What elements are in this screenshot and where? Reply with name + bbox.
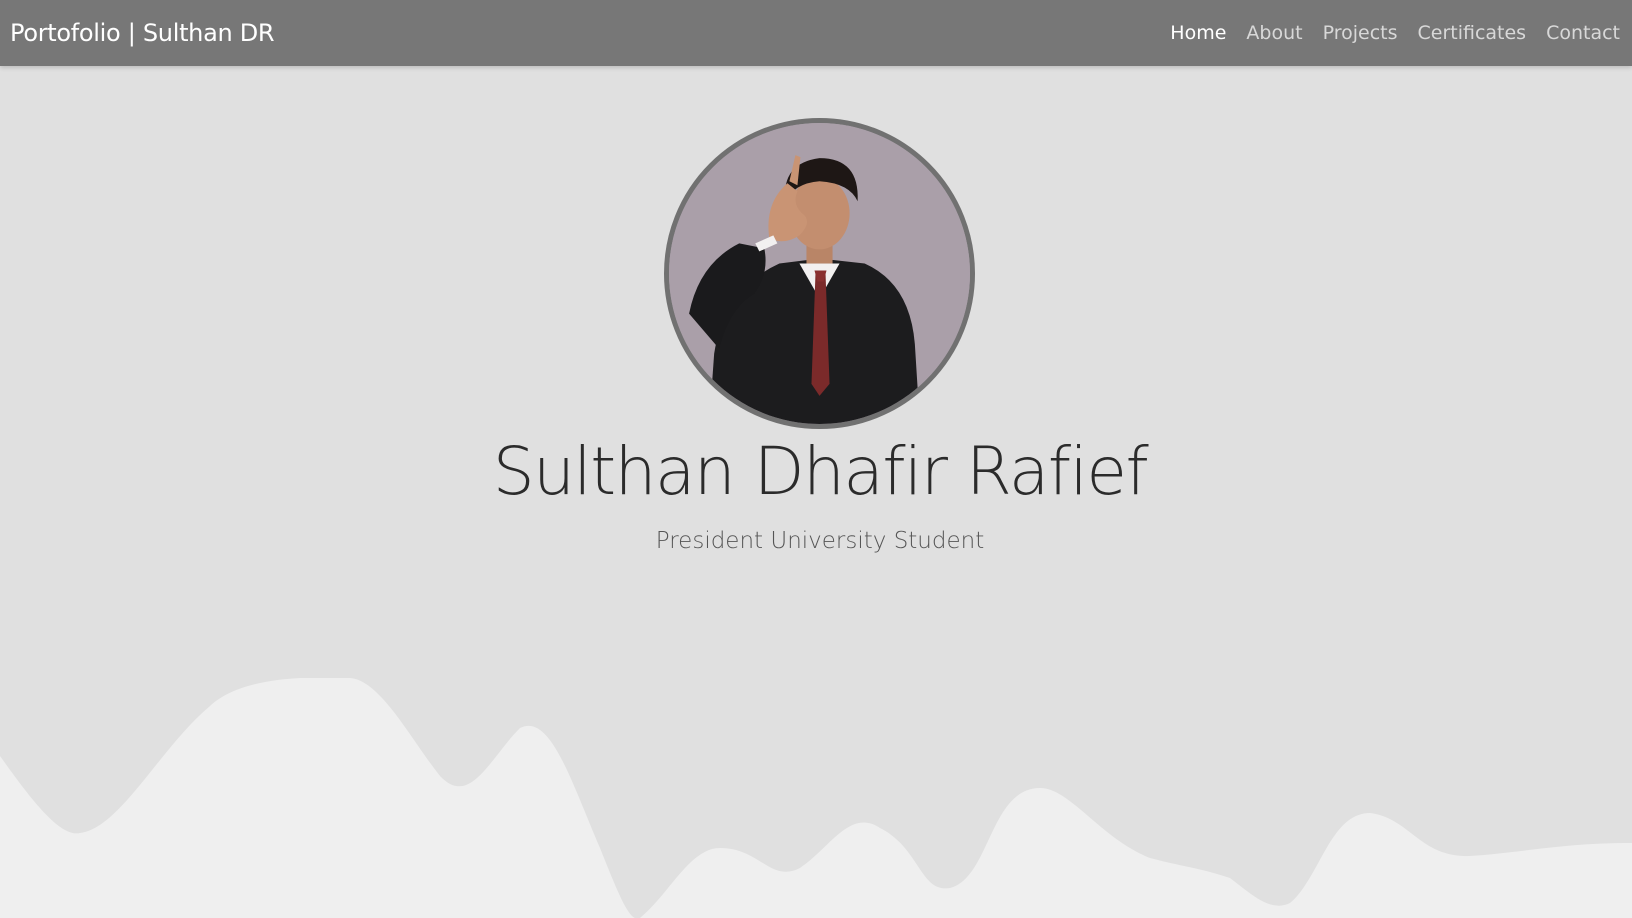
nav-projects[interactable]: Projects [1323, 22, 1398, 44]
wave-shape [0, 678, 1632, 918]
nav-menu: Home About Projects Certificates Contact [1170, 22, 1620, 44]
nav-about[interactable]: About [1246, 22, 1302, 44]
page: Portofolio | Sulthan DR Home About Proje… [0, 0, 1632, 918]
profile-photo [664, 118, 975, 429]
nav-contact[interactable]: Contact [1546, 22, 1620, 44]
nav-certificates[interactable]: Certificates [1417, 22, 1526, 44]
brand-link[interactable]: Portofolio | Sulthan DR [10, 19, 275, 47]
hero-name: Sulthan Dhafir Rafief [492, 433, 1149, 510]
nav-home[interactable]: Home [1170, 22, 1226, 44]
navbar: Portofolio | Sulthan DR Home About Proje… [0, 0, 1632, 66]
wave-decoration [0, 678, 1632, 918]
hero-section: Sulthan Dhafir Rafief President Universi… [0, 66, 1632, 918]
hero-subtitle: President University Student [655, 528, 985, 554]
profile-photo-illustration [669, 123, 970, 424]
